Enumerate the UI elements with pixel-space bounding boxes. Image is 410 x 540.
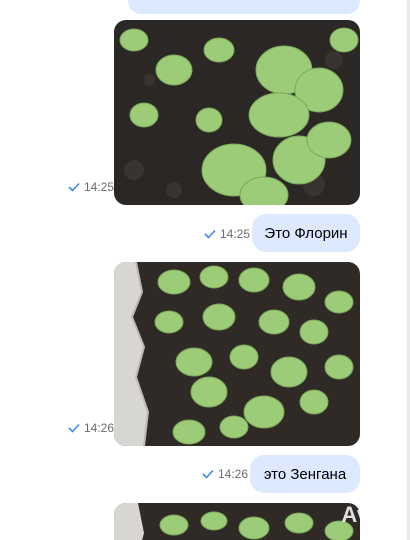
read-check-icon [202,469,214,479]
message-text: это Зенгана [263,465,347,483]
text-message-bubble[interactable]: Это Флорин [252,214,360,252]
message-text: Это Флорин [264,224,348,242]
read-check-icon [68,423,80,433]
timestamp: 14:25 [220,227,251,241]
read-check-icon [204,229,216,239]
strawberry-plant-closeup-photo [114,20,360,205]
text-2-status: 14:26 [202,467,248,481]
photo-message-zengana[interactable] [114,262,360,446]
read-check-icon [68,182,80,192]
timestamp: 14:26 [218,467,249,481]
text-1-status: 14:25 [204,227,250,241]
text-message-bubble[interactable]: это Зенгана [250,455,360,493]
photo-1-status: 14:25 [68,180,114,194]
timestamp: 14:26 [84,421,115,435]
strawberry-bed-photo [114,262,360,446]
avito-watermark: Avito [341,502,398,527]
photo-2-status: 14:26 [68,421,114,435]
partial-message-bubble[interactable] [128,0,360,14]
strawberry-bed-photo-partial [114,503,360,540]
photo-message-partial[interactable] [114,503,360,540]
photo-message-florin[interactable] [114,20,360,205]
timestamp: 14:25 [84,180,115,194]
